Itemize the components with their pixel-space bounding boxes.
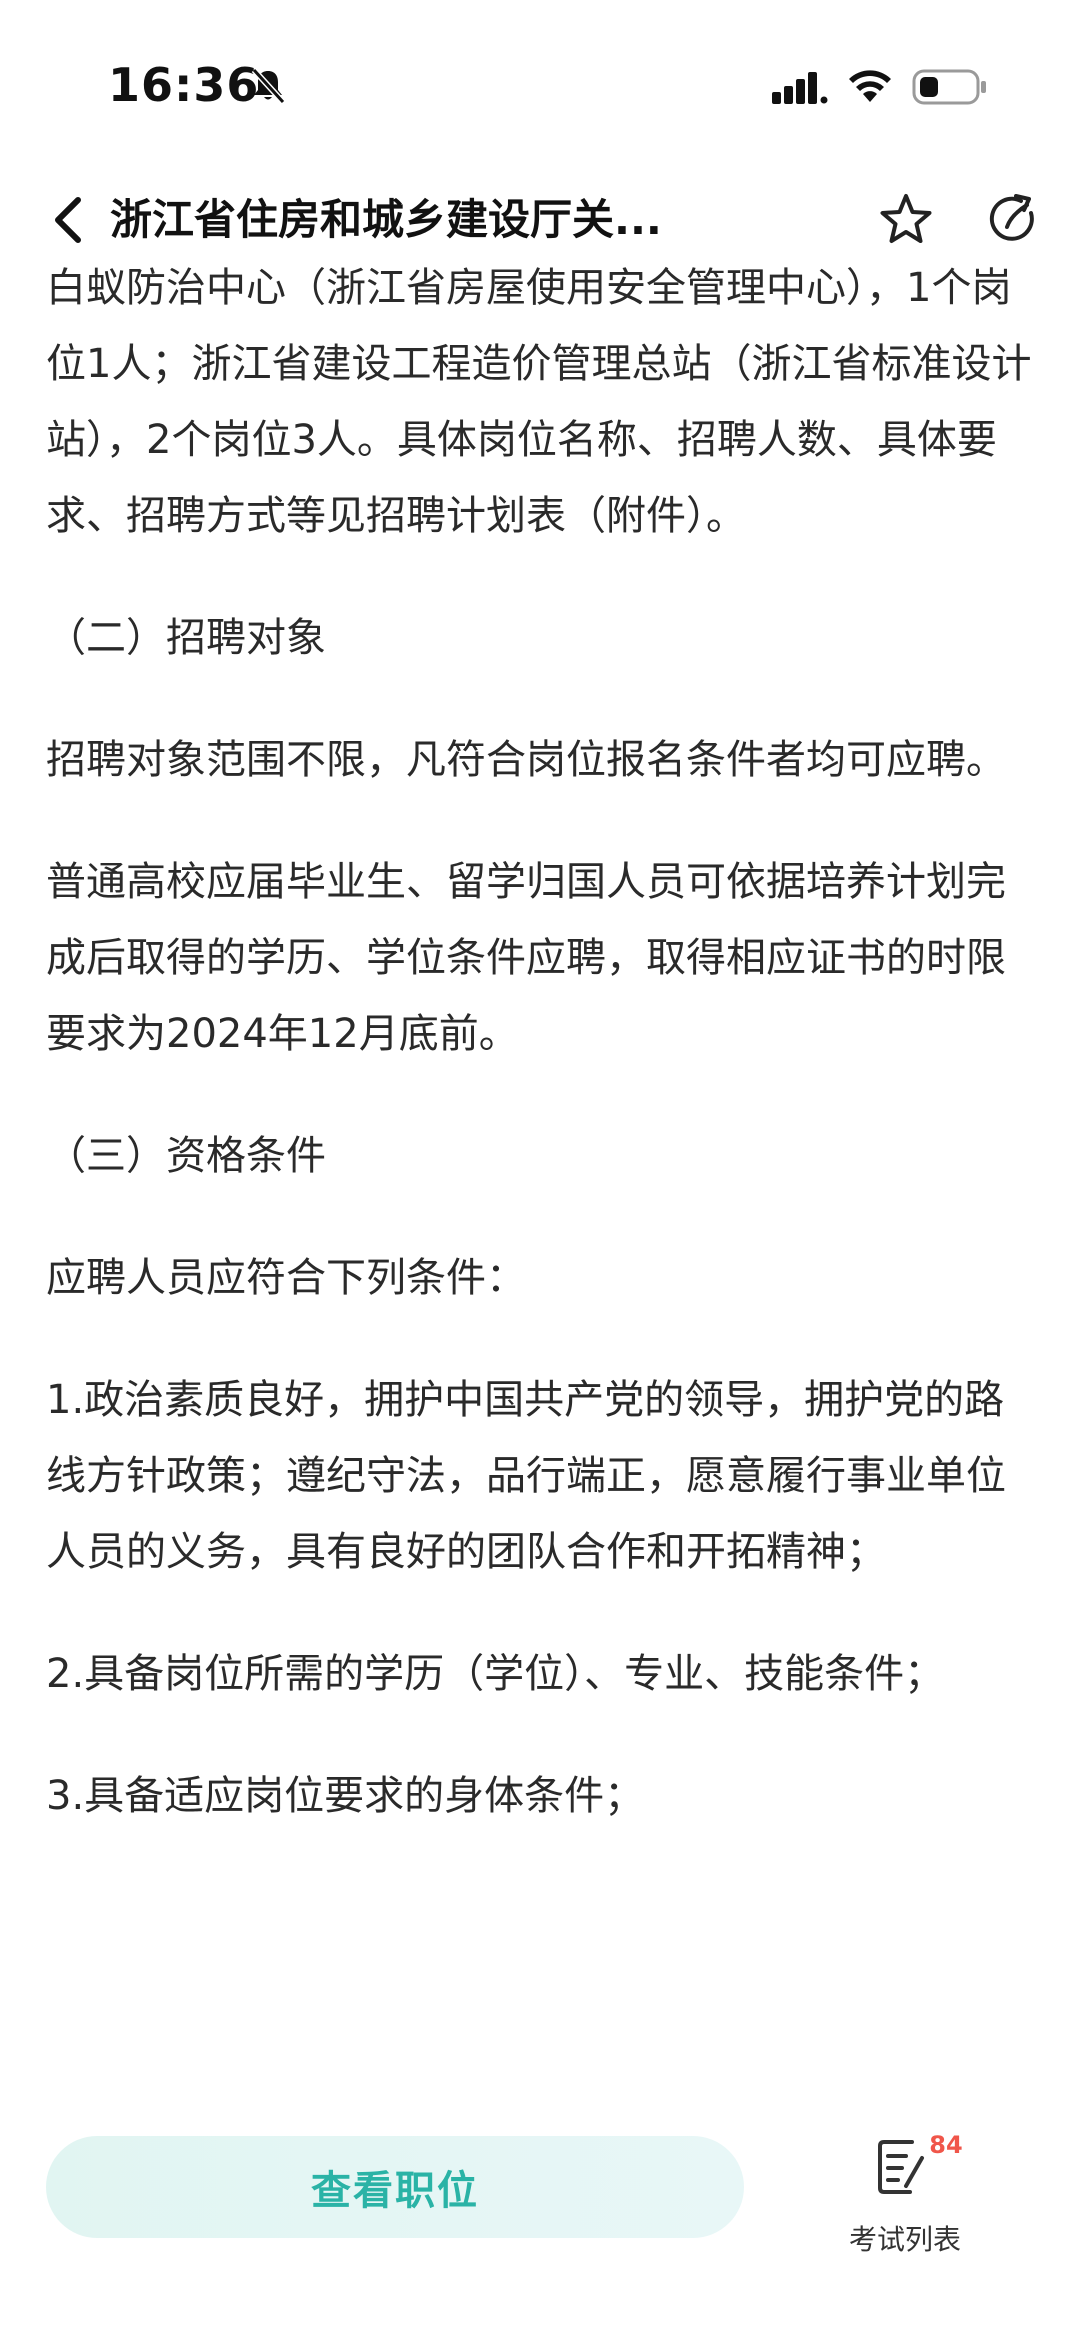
exam-list-badge: 84 <box>922 2128 970 2162</box>
article-content[interactable]: 白蚁防治中心（浙江省房屋使用安全管理中心），1个岗位1人；浙江省建设工程造价管理… <box>0 250 1080 2112</box>
page-title: 浙江省住房和城乡建设厅关... <box>110 195 662 244</box>
view-positions-button[interactable]: 查看职位 <box>46 2136 744 2238</box>
exam-list-label: 考试列表 <box>848 2223 961 2256</box>
wifi-icon <box>849 70 891 102</box>
back-button[interactable] <box>40 184 96 256</box>
share-icon <box>989 194 1034 241</box>
article-paragraph: 1.政治素质良好，拥护中国共产党的领导，拥护党的路线方针政策；遵纪守法，品行端正… <box>46 1377 1006 1575</box>
exam-list-button[interactable]: 84 考试列表 <box>830 2128 980 2268</box>
chevron-left-icon <box>55 197 81 243</box>
status-time: 16:36 <box>108 58 260 112</box>
bottom-bar: 查看职位 84 考试列表 <box>0 2112 1080 2348</box>
article-paragraph: 3.具备适应岗位要求的身体条件； <box>46 1773 645 1819</box>
section-heading: （二）招聘对象 <box>46 615 326 661</box>
article-paragraph: 应聘人员应符合下列条件： <box>46 1255 526 1301</box>
view-positions-label: 查看职位 <box>311 2168 479 2214</box>
article-paragraph: 招聘对象范围不限，凡符合岗位报名条件者均可应聘。 <box>46 737 1006 783</box>
article-inner: 白蚁防治中心（浙江省房屋使用安全管理中心），1个岗位1人；浙江省建设工程造价管理… <box>46 250 1036 1834</box>
status-bar: 16:36 <box>0 0 1080 170</box>
article-paragraph: 白蚁防治中心（浙江省房屋使用安全管理中心），1个岗位1人；浙江省建设工程造价管理… <box>46 265 1032 539</box>
article-paragraph: 普通高校应届毕业生、留学归国人员可依据培养计划完成后取得的学历、学位条件应聘，取… <box>46 859 1006 1057</box>
star-icon <box>880 194 932 243</box>
favorite-button[interactable] <box>872 186 940 254</box>
share-button[interactable] <box>980 186 1048 254</box>
battery-icon <box>912 69 986 105</box>
section-heading: （三）资格条件 <box>46 1133 326 1179</box>
bell-off-icon <box>251 67 286 105</box>
signal-icon <box>772 72 828 104</box>
article-paragraph: 2.具备岗位所需的学历（学位）、专业、技能条件； <box>46 1651 945 1697</box>
